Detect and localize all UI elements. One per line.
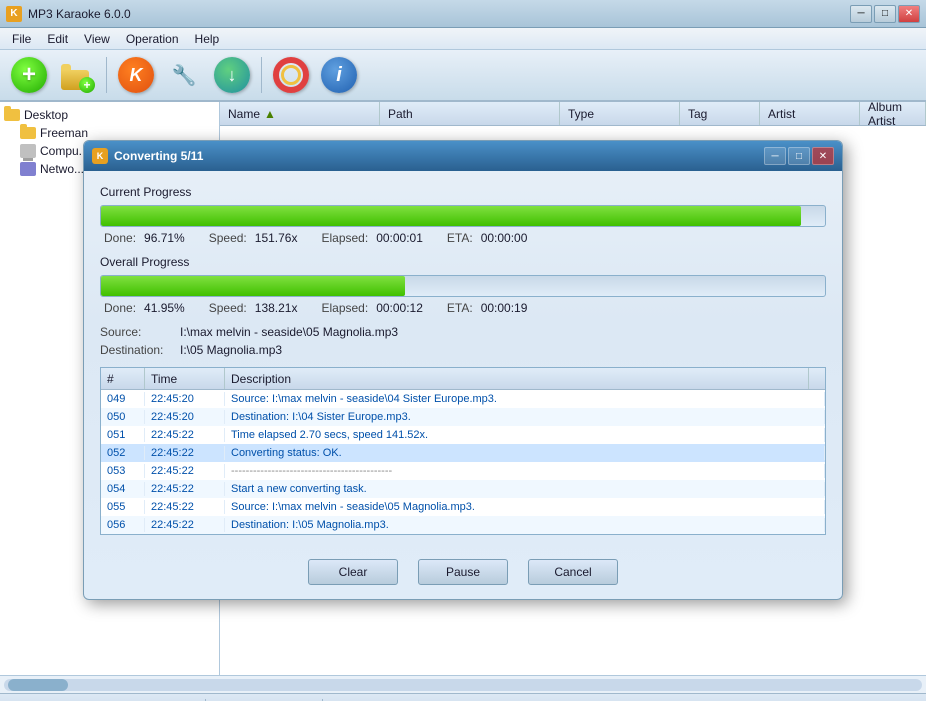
log-row[interactable]: 055 22:45:22 Source: I:\max melvin - sea… [101, 498, 825, 516]
current-elapsed-value: 00:00:01 [376, 231, 423, 245]
log-rows: 049 22:45:20 Source: I:\max melvin - sea… [101, 390, 825, 534]
source-value: I:\max melvin - seaside\05 Magnolia.mp3 [180, 325, 398, 339]
overall-elapsed-label: Elapsed: [321, 301, 368, 315]
overall-eta-value: 00:00:19 [481, 301, 528, 315]
log-cell-time: 22:45:20 [145, 410, 225, 424]
log-cell-num: 051 [101, 428, 145, 442]
overall-progress-stats: Done: 41.95% Speed: 138.21x Elapsed: 00:… [100, 301, 826, 315]
log-col-desc: Description [225, 368, 809, 389]
log-cell-desc: Time elapsed 2.70 secs, speed 141.52x. [225, 428, 825, 442]
current-eta-value: 00:00:00 [481, 231, 528, 245]
log-row[interactable]: 056 22:45:22 Destination: I:\05 Magnolia… [101, 516, 825, 534]
log-col-num: # [101, 368, 145, 389]
converting-dialog: K Converting 5/11 ─ □ ✕ Current Progress [83, 140, 843, 600]
log-cell-num: 050 [101, 410, 145, 424]
log-cell-num: 055 [101, 500, 145, 514]
log-row[interactable]: 054 22:45:22 Start a new converting task… [101, 480, 825, 498]
overall-done-value: 41.95% [144, 301, 185, 315]
modal-maximize-btn[interactable]: □ [788, 147, 810, 165]
destination-value: I:\05 Magnolia.mp3 [180, 343, 282, 357]
destination-label: Destination: [100, 343, 180, 357]
log-cell-desc: Converting status: OK. [225, 446, 825, 460]
log-cell-time: 22:45:22 [145, 518, 225, 532]
current-speed-group: Speed: 151.76x [209, 231, 298, 245]
current-progress-track [100, 205, 826, 227]
log-cell-num: 053 [101, 464, 145, 478]
current-speed-label: Speed: [209, 231, 247, 245]
log-container[interactable]: # Time Description 049 22:45:20 Source: … [100, 367, 826, 535]
log-row[interactable]: 053 22:45:22 ---------------------------… [101, 462, 825, 480]
overall-done-group: Done: 41.95% [104, 301, 185, 315]
modal-title-left: K Converting 5/11 [92, 148, 203, 164]
destination-row: Destination: I:\05 Magnolia.mp3 [100, 343, 826, 357]
current-done-value: 96.71% [144, 231, 185, 245]
modal-overlay: K Converting 5/11 ─ □ ✕ Current Progress [0, 0, 926, 701]
current-progress-stats: Done: 96.71% Speed: 151.76x Elapsed: 00:… [100, 231, 826, 245]
log-cell-num: 056 [101, 518, 145, 532]
current-speed-value: 151.76x [255, 231, 298, 245]
log-cell-num: 054 [101, 482, 145, 496]
modal-title: Converting 5/11 [114, 149, 203, 163]
log-header: # Time Description [101, 368, 825, 390]
log-cell-time: 22:45:22 [145, 428, 225, 442]
log-cell-num: 052 [101, 446, 145, 460]
source-label: Source: [100, 325, 180, 339]
current-progress-section: Current Progress Done: 96.71% Speed: 151… [100, 185, 826, 245]
clear-button[interactable]: Clear [308, 559, 398, 585]
log-cell-time: 22:45:22 [145, 500, 225, 514]
log-cell-num: 049 [101, 392, 145, 406]
cancel-button[interactable]: Cancel [528, 559, 618, 585]
overall-progress-label: Overall Progress [100, 255, 826, 269]
log-row[interactable]: 049 22:45:20 Source: I:\max melvin - sea… [101, 390, 825, 408]
log-cell-time: 22:45:20 [145, 392, 225, 406]
modal-minimize-btn[interactable]: ─ [764, 147, 786, 165]
pause-button[interactable]: Pause [418, 559, 508, 585]
overall-eta-group: ETA: 00:00:19 [447, 301, 528, 315]
log-col-time: Time [145, 368, 225, 389]
modal-footer: Clear Pause Cancel [84, 549, 842, 599]
overall-done-label: Done: [104, 301, 136, 315]
log-cell-time: 22:45:22 [145, 464, 225, 478]
modal-close-btn[interactable]: ✕ [812, 147, 834, 165]
log-cell-desc: Source: I:\max melvin - seaside\05 Magno… [225, 500, 825, 514]
current-eta-label: ETA: [447, 231, 473, 245]
current-elapsed-group: Elapsed: 00:00:01 [321, 231, 422, 245]
log-cell-desc: Source: I:\max melvin - seaside\04 Siste… [225, 392, 825, 406]
log-cell-desc: Start a new converting task. [225, 482, 825, 496]
overall-speed-group: Speed: 138.21x [209, 301, 298, 315]
current-done-group: Done: 96.71% [104, 231, 185, 245]
overall-elapsed-group: Elapsed: 00:00:12 [321, 301, 422, 315]
modal-title-bar: K Converting 5/11 ─ □ ✕ [84, 141, 842, 171]
overall-speed-label: Speed: [209, 301, 247, 315]
current-done-label: Done: [104, 231, 136, 245]
log-cell-time: 22:45:22 [145, 446, 225, 460]
log-cell-time: 22:45:22 [145, 482, 225, 496]
log-cell-desc: Destination: I:\05 Magnolia.mp3. [225, 518, 825, 532]
modal-controls: ─ □ ✕ [764, 147, 834, 165]
source-row: Source: I:\max melvin - seaside\05 Magno… [100, 325, 826, 339]
log-cell-desc: Destination: I:\04 Sister Europe.mp3. [225, 410, 825, 424]
overall-elapsed-value: 00:00:12 [376, 301, 423, 315]
overall-eta-label: ETA: [447, 301, 473, 315]
overall-progress-fill [101, 276, 405, 296]
modal-app-icon: K [92, 148, 108, 164]
overall-speed-value: 138.21x [255, 301, 298, 315]
current-eta-group: ETA: 00:00:00 [447, 231, 528, 245]
current-progress-fill [101, 206, 801, 226]
log-row[interactable]: 051 22:45:22 Time elapsed 2.70 secs, spe… [101, 426, 825, 444]
log-row[interactable]: 050 22:45:20 Destination: I:\04 Sister E… [101, 408, 825, 426]
overall-progress-section: Overall Progress Done: 41.95% Speed: 138… [100, 255, 826, 315]
modal-body: Current Progress Done: 96.71% Speed: 151… [84, 171, 842, 549]
log-cell-desc: ----------------------------------------… [225, 464, 825, 478]
log-row[interactable]: 052 22:45:22 Converting status: OK. [101, 444, 825, 462]
overall-progress-track [100, 275, 826, 297]
current-elapsed-label: Elapsed: [321, 231, 368, 245]
current-progress-label: Current Progress [100, 185, 826, 199]
